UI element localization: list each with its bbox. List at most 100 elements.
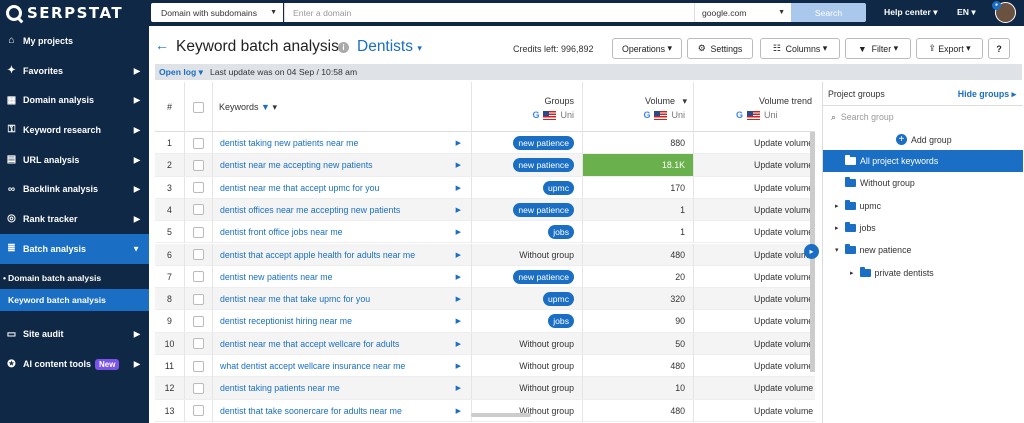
row-checkbox[interactable] bbox=[193, 226, 204, 238]
expand-arrow-icon[interactable]: ▶ bbox=[456, 295, 461, 303]
add-group-button[interactable]: + Add group bbox=[896, 134, 952, 145]
open-log-link[interactable]: Open log ▾ bbox=[159, 67, 203, 78]
col-trend-header[interactable]: Volume trend G Uni bbox=[694, 82, 815, 132]
help-center-menu[interactable]: Help center ▾ bbox=[884, 7, 938, 18]
group-item[interactable]: ▸ private dentists bbox=[823, 262, 1023, 284]
keyword-link[interactable]: dentist that accept apple health for adu… bbox=[220, 250, 415, 260]
keyword-link[interactable]: dentist new patients near me bbox=[220, 272, 332, 282]
update-volume-link[interactable]: Update volume bbox=[754, 138, 813, 148]
chevron-right-icon[interactable]: ▸ bbox=[835, 202, 839, 210]
keyword-link[interactable]: dentist near me accepting new patients bbox=[220, 160, 373, 170]
sidebar-item-site-audit[interactable]: ▭ Site audit ▶ bbox=[0, 320, 149, 350]
group-badge[interactable]: jobs bbox=[548, 314, 574, 329]
row-checkbox[interactable] bbox=[193, 137, 204, 149]
update-volume-link[interactable]: Update volume bbox=[754, 183, 813, 193]
group-badge[interactable]: new patience bbox=[513, 136, 574, 150]
domain-input[interactable]: Enter a domain bbox=[284, 3, 694, 22]
col-volume-header[interactable]: Volume ▾ G Uni bbox=[583, 82, 694, 132]
expand-arrow-icon[interactable]: ▶ bbox=[456, 407, 461, 415]
toggle-panel-icon[interactable]: ▸ bbox=[804, 244, 819, 259]
project-select[interactable]: Dentists ▾ bbox=[357, 38, 422, 56]
columns-button[interactable]: ☷ Columns ▾ bbox=[760, 38, 840, 59]
expand-arrow-icon[interactable]: ▶ bbox=[456, 384, 461, 392]
expand-arrow-icon[interactable]: ▶ bbox=[456, 251, 461, 259]
search-engine-select[interactable]: google.com ▼ bbox=[694, 3, 791, 22]
language-menu[interactable]: EN ▾ bbox=[957, 7, 976, 18]
search-button[interactable]: Search bbox=[791, 3, 866, 22]
info-icon[interactable]: i bbox=[338, 42, 349, 53]
expand-arrow-icon[interactable]: ▶ bbox=[456, 362, 461, 370]
update-volume-link[interactable]: Update volume bbox=[754, 227, 813, 237]
col-groups-header[interactable]: Groups G Uni bbox=[472, 82, 583, 132]
row-checkbox[interactable] bbox=[193, 382, 204, 394]
group-item[interactable]: ▾ new patience bbox=[823, 239, 1023, 261]
expand-arrow-icon[interactable]: ▶ bbox=[456, 139, 461, 147]
group-badge[interactable]: upmc bbox=[542, 292, 574, 307]
settings-button[interactable]: ⚙ Settings bbox=[687, 38, 753, 59]
group-badge[interactable]: jobs bbox=[548, 225, 574, 240]
logo[interactable]: SERPSTAT bbox=[0, 0, 149, 26]
row-checkbox[interactable] bbox=[193, 249, 204, 260]
keyword-link[interactable]: dentist near me that accept upmc for you bbox=[220, 183, 379, 193]
sidebar-item-batch-analysis[interactable]: ≣ Batch analysis ▼ bbox=[0, 233, 149, 264]
row-checkbox[interactable] bbox=[193, 271, 204, 283]
group-item[interactable]: ▸ jobs bbox=[823, 217, 1023, 239]
sidebar-item-backlink-analysis[interactable]: ∞ Backlink analysis ▶ bbox=[0, 174, 149, 204]
keyword-link[interactable]: dentist that take soonercare for adults … bbox=[220, 406, 402, 416]
horizontal-scrollbar[interactable] bbox=[471, 413, 531, 417]
col-keywords-header[interactable]: Keywords ▼ ▾ bbox=[213, 82, 472, 132]
keyword-link[interactable]: what dentist accept wellcare insurance n… bbox=[220, 361, 405, 371]
expand-arrow-icon[interactable]: ▶ bbox=[456, 228, 461, 236]
filter-button[interactable]: ▼ Filter ▾ bbox=[845, 38, 911, 59]
domain-type-select[interactable]: Domain with subdomains ▼ bbox=[151, 3, 283, 22]
row-checkbox[interactable] bbox=[193, 204, 204, 216]
keyword-link[interactable]: dentist front office jobs near me bbox=[220, 227, 343, 237]
keyword-link[interactable]: dentist near me that accept wellcare for… bbox=[220, 339, 399, 349]
update-volume-link[interactable]: Update volume bbox=[754, 205, 813, 215]
group-item[interactable]: Without group bbox=[823, 172, 1023, 194]
chevron-right-icon[interactable]: ▸ bbox=[835, 224, 839, 232]
keyword-link[interactable]: dentist near me that take upmc for you bbox=[220, 294, 370, 304]
keyword-link[interactable]: dentist receptionist hiring near me bbox=[220, 316, 352, 326]
expand-arrow-icon[interactable]: ▶ bbox=[456, 340, 461, 348]
sidebar-item-domain-analysis[interactable]: ▦ Domain analysis ▶ bbox=[0, 85, 149, 115]
keyword-link[interactable]: dentist taking patients near me bbox=[220, 383, 340, 393]
expand-arrow-icon[interactable]: ▶ bbox=[456, 317, 461, 325]
row-checkbox[interactable] bbox=[193, 360, 204, 372]
keyword-link[interactable]: dentist taking new patients near me bbox=[220, 138, 358, 148]
chevron-right-icon[interactable]: ▸ bbox=[850, 269, 854, 277]
sidebar-item-url-analysis[interactable]: ▤ URL analysis ▶ bbox=[0, 145, 149, 175]
sidebar-item-keyword-research[interactable]: ⚿ Keyword research ▶ bbox=[0, 115, 149, 145]
sub-item-domain-batch[interactable]: • Domain batch analysis bbox=[0, 267, 149, 289]
sidebar-item-favorites[interactable]: ✦ Favorites ▶ bbox=[0, 56, 149, 86]
row-checkbox[interactable] bbox=[193, 338, 204, 350]
update-volume-link[interactable]: Update volume bbox=[754, 406, 813, 416]
group-badge[interactable]: new patience bbox=[513, 158, 574, 173]
row-checkbox[interactable] bbox=[193, 315, 204, 327]
expand-arrow-icon[interactable]: ▶ bbox=[456, 206, 461, 214]
operations-button[interactable]: Operations ▾ bbox=[612, 38, 682, 59]
update-volume-link[interactable]: Update volume bbox=[754, 383, 813, 393]
hide-groups-link[interactable]: Hide groups ▸ bbox=[958, 89, 1016, 100]
update-volume-link[interactable]: Update volume bbox=[754, 160, 813, 170]
select-all-checkbox[interactable] bbox=[193, 101, 204, 113]
help-button[interactable]: ? bbox=[988, 38, 1010, 59]
row-checkbox[interactable] bbox=[193, 405, 204, 417]
group-badge[interactable]: upmc bbox=[542, 180, 574, 195]
expand-arrow-icon[interactable]: ▶ bbox=[456, 184, 461, 192]
group-item[interactable]: ▸ upmc bbox=[823, 195, 1023, 217]
search-group-input[interactable]: ⌕ Search group bbox=[831, 112, 894, 123]
group-badge[interactable]: new patience bbox=[513, 269, 574, 284]
update-volume-link[interactable]: Update volume bbox=[754, 361, 813, 371]
update-volume-link[interactable]: Update volume bbox=[754, 339, 813, 349]
sidebar-item-rank-tracker[interactable]: ◎ Rank tracker ▶ bbox=[0, 204, 149, 234]
row-checkbox[interactable] bbox=[193, 293, 204, 305]
expand-arrow-icon[interactable]: ▶ bbox=[456, 161, 461, 169]
back-arrow-icon[interactable]: ← bbox=[155, 37, 169, 53]
update-volume-link[interactable]: Update volume bbox=[754, 294, 813, 304]
group-badge[interactable]: new patience bbox=[513, 202, 574, 217]
expand-arrow-icon[interactable]: ▶ bbox=[456, 273, 461, 281]
sort-icon[interactable]: ▾ bbox=[272, 102, 277, 113]
chevron-down-icon[interactable]: ▾ bbox=[835, 246, 839, 254]
update-volume-link[interactable]: Update volume bbox=[754, 272, 813, 282]
